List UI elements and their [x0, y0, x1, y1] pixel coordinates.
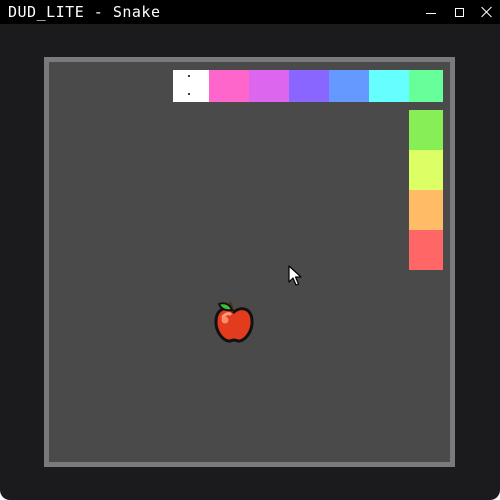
minimize-icon — [426, 12, 436, 14]
snake-segment — [409, 70, 443, 102]
apple-icon — [214, 301, 254, 343]
close-icon — [481, 6, 493, 18]
mouse-pointer-icon — [288, 265, 302, 286]
snake-eye — [188, 93, 190, 95]
snake-segment — [409, 150, 443, 190]
snake-segment — [409, 110, 443, 150]
board-grid — [49, 62, 450, 462]
snake-eye — [188, 75, 190, 77]
snake-head — [173, 70, 210, 102]
snake-segment — [289, 70, 329, 102]
minimize-button[interactable] — [416, 0, 446, 24]
maximize-icon — [454, 7, 464, 17]
snake-segment — [409, 190, 443, 230]
snake-segment — [209, 70, 249, 102]
game-window: DUD_LITE - Snake — [0, 0, 500, 500]
game-board[interactable] — [44, 57, 455, 467]
snake-segment — [369, 70, 409, 102]
snake-segment — [409, 230, 443, 270]
snake-segment — [329, 70, 369, 102]
close-button[interactable] — [472, 0, 500, 24]
snake-segment — [249, 70, 289, 102]
window-title: DUD_LITE - Snake — [8, 3, 161, 21]
maximize-button[interactable] — [444, 0, 474, 24]
title-bar[interactable]: DUD_LITE - Snake — [0, 0, 500, 24]
